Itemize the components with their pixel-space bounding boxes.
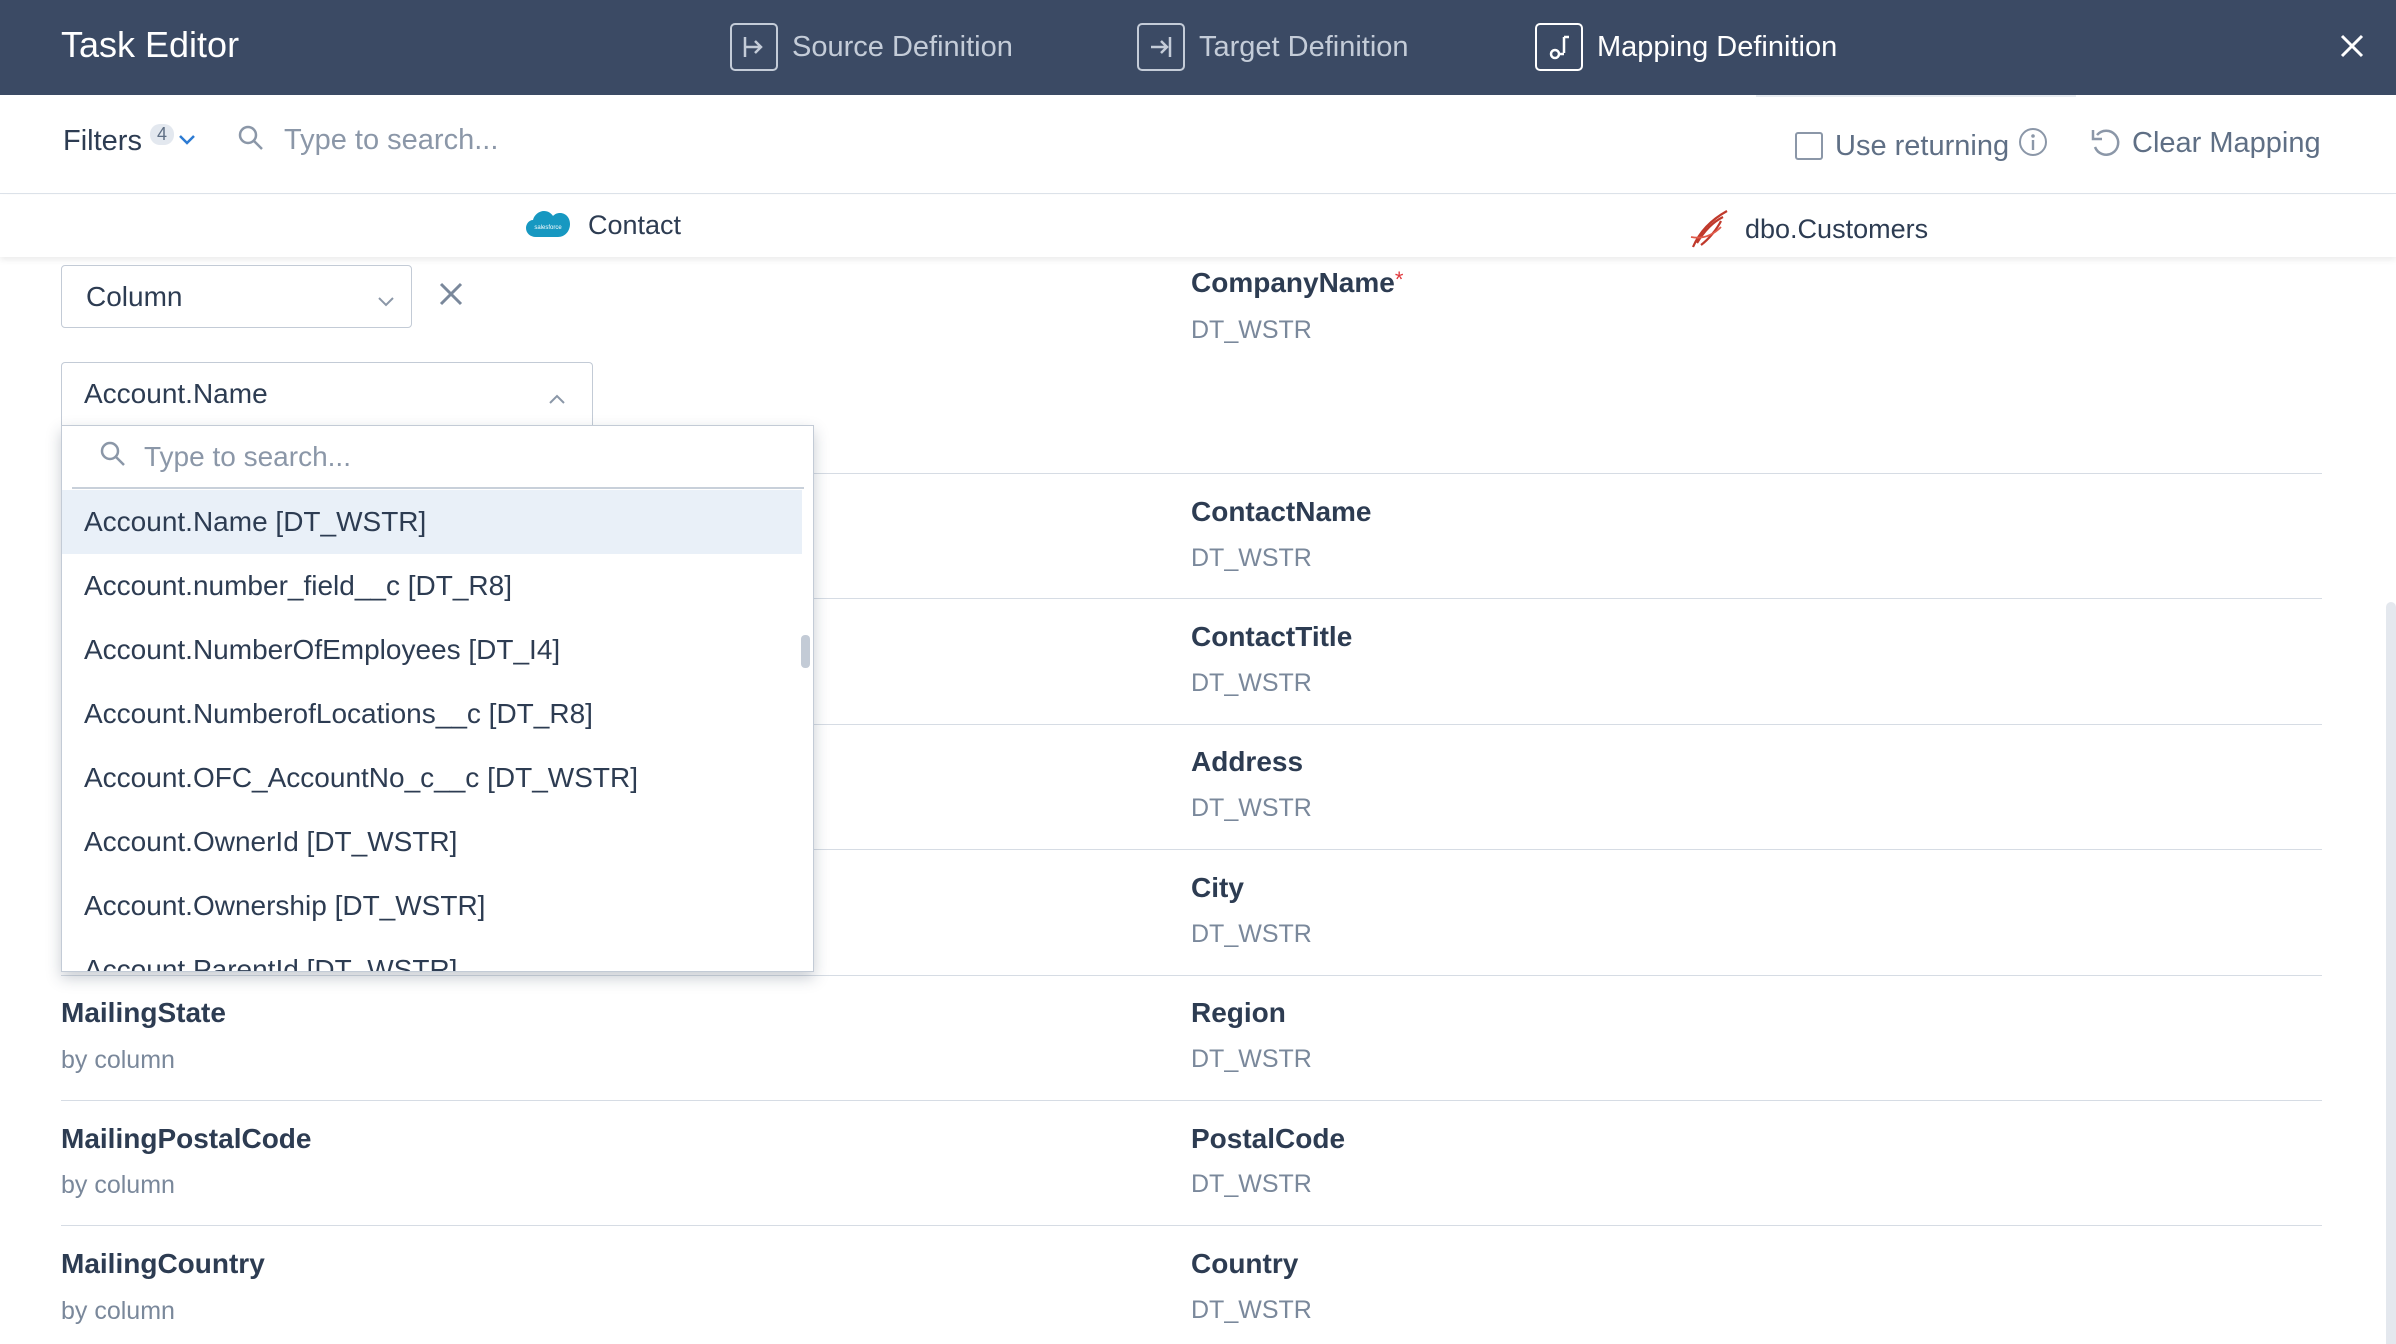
source-object-label: Contact <box>588 209 682 240</box>
target-object-label: dbo.Customers <box>1745 213 1929 244</box>
clear-mapping-label: Clear Mapping <box>2132 126 2321 159</box>
target-field-name: ContactName <box>1191 496 1372 527</box>
source-field-name[interactable]: MailingCountry <box>61 1248 265 1280</box>
dropdown-search <box>72 426 804 489</box>
dropdown-option[interactable]: Account.Name [DT_WSTR] <box>62 490 802 554</box>
target-field-type: DT_WSTR <box>1191 920 1312 948</box>
app-title: Task Editor <box>61 24 240 65</box>
target-field-type: DT_WSTR <box>1191 316 1312 344</box>
use-returning-option: Use returning <box>1795 126 2049 166</box>
target-field-name: City <box>1191 872 1244 903</box>
dropdown-search-input[interactable] <box>144 440 764 473</box>
filters-button[interactable]: Filters 4 <box>63 124 198 158</box>
dropdown-option[interactable]: Account.number_field__c [DT_R8] <box>62 554 802 618</box>
dropdown-scrollbar[interactable] <box>801 635 810 668</box>
target-field-label: CompanyName <box>1191 267 1395 298</box>
tab-source-definition[interactable]: Source Definition <box>730 22 1013 72</box>
column-dropdown: Account.Name [DT_WSTR] Account.number_fi… <box>61 425 814 972</box>
target-field-name: PostalCode <box>1191 1123 1346 1154</box>
toolbar: Filters 4 Use returning Clear Mapping <box>0 95 2396 194</box>
source-column-value: Account.Name <box>84 378 268 409</box>
use-returning-label: Use returning <box>1835 129 2010 162</box>
target-field-type: DT_WSTR <box>1191 1170 1312 1198</box>
tab-target-definition[interactable]: Target Definition <box>1137 22 1409 72</box>
filters-count-badge: 4 <box>149 124 174 145</box>
source-mapping-mode: by column <box>61 1297 175 1325</box>
target-field-type: DT_WSTR <box>1191 1296 1312 1324</box>
chevron-down-icon <box>176 125 198 158</box>
target-field-name: CompanyName* <box>1191 267 1403 299</box>
target-field-name: ContactTitle <box>1191 621 1353 652</box>
source-field-name[interactable]: MailingPostalCode <box>61 1123 311 1155</box>
objects-bar: salesforce Contact dbo.Customers <box>0 195 2396 257</box>
toolbar-divider <box>1756 95 2076 97</box>
target-field-type: DT_WSTR <box>1191 1045 1312 1073</box>
mapping-type-value: Column <box>86 281 183 312</box>
dropdown-option[interactable]: Account.NumberofLocations__c [DT_R8] <box>62 682 802 746</box>
row-divider <box>61 1225 2322 1226</box>
page-scrollbar[interactable] <box>2386 602 2396 1344</box>
chevron-down-icon <box>375 288 397 320</box>
undo-icon <box>2091 129 2120 156</box>
target-field-type: DT_WSTR <box>1191 794 1312 822</box>
tab-mapping-definition[interactable]: Mapping Definition <box>1535 22 1837 72</box>
target-field-type: DT_WSTR <box>1191 544 1312 572</box>
dropdown-option[interactable]: Account.ParentId [DT_WSTR] <box>62 938 802 971</box>
dropdown-options: Account.Name [DT_WSTR] Account.number_fi… <box>62 490 802 971</box>
search-box <box>236 123 704 158</box>
target-definition-icon <box>1137 23 1185 71</box>
required-marker: * <box>1394 267 1404 292</box>
remove-mapping-icon[interactable] <box>436 279 466 314</box>
clear-mapping-button[interactable]: Clear Mapping <box>2088 125 2321 161</box>
target-field-name: Country <box>1191 1248 1299 1279</box>
search-icon <box>98 439 128 474</box>
info-icon[interactable] <box>2017 126 2049 166</box>
mapping-definition-icon <box>1535 23 1583 71</box>
source-definition-icon <box>730 23 778 71</box>
tab-source-definition-label: Source Definition <box>792 30 1013 63</box>
dropdown-option[interactable]: Account.OFC_AccountNo_c__c [DT_WSTR] <box>62 746 802 810</box>
sql-server-icon <box>1690 210 1728 248</box>
target-field-type: DT_WSTR <box>1191 669 1312 697</box>
row-divider <box>61 975 2322 976</box>
target-object: dbo.Customers <box>1687 207 1928 251</box>
source-mapping-mode: by column <box>61 1046 175 1074</box>
svg-text:salesforce: salesforce <box>534 225 562 231</box>
source-field-name[interactable]: MailingState <box>61 997 226 1029</box>
close-icon[interactable] <box>2332 26 2372 66</box>
dropdown-option[interactable]: Account.NumberOfEmployees [DT_I4] <box>62 618 802 682</box>
target-field-name: Address <box>1191 746 1304 777</box>
target-field-name: Region <box>1191 997 1286 1028</box>
source-column-select[interactable]: Account.Name <box>61 362 593 429</box>
tab-mapping-definition-label: Mapping Definition <box>1597 30 1838 63</box>
use-returning-checkbox[interactable] <box>1795 132 1823 160</box>
mapping-type-select[interactable]: Column <box>61 265 412 328</box>
header-bar: Task Editor Source Definition Target Def… <box>0 0 2396 95</box>
row-divider <box>61 1100 2322 1101</box>
source-mapping-mode: by column <box>61 1171 175 1199</box>
filters-label: Filters <box>63 125 142 157</box>
salesforce-icon: salesforce <box>526 211 570 237</box>
search-input[interactable] <box>284 124 704 157</box>
search-icon <box>236 123 266 158</box>
dropdown-option[interactable]: Account.OwnerId [DT_WSTR] <box>62 810 802 874</box>
dropdown-option[interactable]: Account.Ownership [DT_WSTR] <box>62 874 802 938</box>
source-object: salesforce Contact <box>522 207 681 243</box>
tab-target-definition-label: Target Definition <box>1199 30 1409 63</box>
chevron-up-icon <box>546 385 568 417</box>
